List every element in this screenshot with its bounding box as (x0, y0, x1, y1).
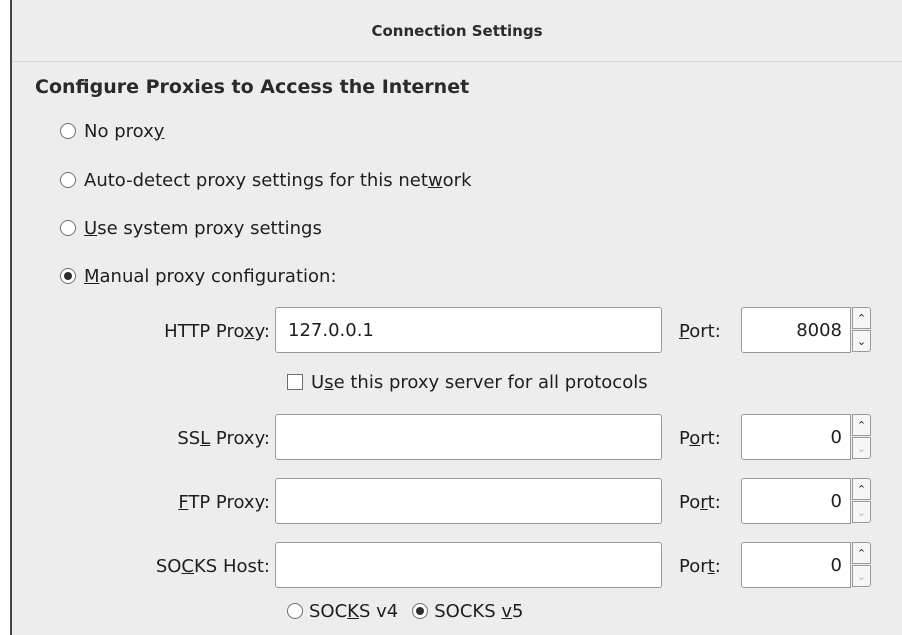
http-port-label: Port: (679, 321, 721, 342)
radio-system-proxy[interactable]: Use system proxy settings (60, 214, 322, 242)
chevron-up-icon[interactable]: ⌃ (852, 542, 871, 564)
http-port-input[interactable]: 8008 (741, 307, 851, 353)
ftp-port-spinbox[interactable]: 0 ⌃ ⌄ (741, 478, 871, 524)
checkbox[interactable] (287, 374, 303, 390)
radio-auto-detect[interactable]: Auto-detect proxy settings for this netw… (60, 166, 472, 194)
socks-host-input[interactable] (275, 542, 662, 588)
socks-version-group: SOCKS v4 SOCKS v5 (287, 597, 537, 625)
http-proxy-label: HTTP Proxy: (164, 321, 270, 342)
chevron-up-icon[interactable]: ⌃ (852, 414, 871, 436)
dialog-title: Connection Settings (371, 22, 543, 40)
radio-manual-proxy[interactable]: Manual proxy configuration: (60, 262, 337, 290)
socks-port-input[interactable]: 0 (741, 542, 851, 588)
ssl-proxy-label: SSL Proxy: (177, 428, 270, 449)
radio-button[interactable] (60, 123, 76, 139)
checkbox-label: Use this proxy server for all protocols (311, 371, 648, 393)
radio-button[interactable] (60, 268, 76, 284)
ssl-proxy-input[interactable] (275, 414, 662, 460)
ssl-port-spinbox[interactable]: 0 ⌃ ⌄ (741, 414, 871, 460)
chevron-down-icon[interactable]: ⌄ (852, 501, 871, 523)
section-heading: Configure Proxies to Access the Internet (35, 76, 470, 98)
chevron-up-icon[interactable]: ⌃ (852, 478, 871, 500)
radio-button[interactable] (60, 220, 76, 236)
ftp-port-label: Port: (679, 492, 721, 513)
chevron-up-icon[interactable]: ⌃ (852, 307, 871, 329)
radio-label: Use system proxy settings (84, 217, 322, 239)
ftp-port-input[interactable]: 0 (741, 478, 851, 524)
radio-no-proxy[interactable]: No proxy (60, 117, 164, 145)
ftp-proxy-label: FTP Proxy: (178, 492, 270, 513)
chevron-down-icon[interactable]: ⌄ (852, 437, 871, 459)
dialog-titlebar[interactable]: Connection Settings (12, 0, 902, 62)
chevron-down-icon[interactable]: ⌄ (852, 565, 871, 587)
radio-label: Auto-detect proxy settings for this netw… (84, 169, 472, 191)
radio-button[interactable] (60, 172, 76, 188)
radio-label: Manual proxy configuration: (84, 265, 337, 287)
ssl-port-label: Port: (679, 428, 721, 449)
radio-button[interactable] (412, 603, 429, 619)
use-for-all-protocols-checkbox-row[interactable]: Use this proxy server for all protocols (287, 368, 648, 396)
spin-buttons: ⌃ ⌄ (852, 414, 871, 460)
radio-label: SOCKS v5 (434, 600, 524, 622)
socks-host-label: SOCKS Host: (155, 556, 270, 577)
http-port-spinbox[interactable]: 8008 ⌃ ⌄ (741, 307, 871, 353)
spin-buttons: ⌃ ⌄ (852, 307, 871, 353)
radio-button[interactable] (287, 603, 303, 619)
radio-label: SOCKS v4 (309, 600, 399, 622)
radio-label: No proxy (84, 120, 165, 142)
socks-port-spinbox[interactable]: 0 ⌃ ⌄ (741, 542, 871, 588)
ssl-port-input[interactable]: 0 (741, 414, 851, 460)
http-proxy-input[interactable]: 127.0.0.1 (275, 307, 662, 353)
dialog-content: Configure Proxies to Access the Internet… (12, 62, 902, 635)
radio-socks-v4[interactable]: SOCKS v4 (287, 601, 398, 622)
spin-buttons: ⌃ ⌄ (852, 542, 871, 588)
ftp-proxy-input[interactable] (275, 478, 662, 524)
chevron-down-icon[interactable]: ⌄ (852, 330, 871, 352)
socks-port-label: Port: (679, 556, 721, 577)
radio-socks-v5[interactable]: SOCKS v5 (412, 601, 523, 622)
spin-buttons: ⌃ ⌄ (852, 478, 871, 524)
